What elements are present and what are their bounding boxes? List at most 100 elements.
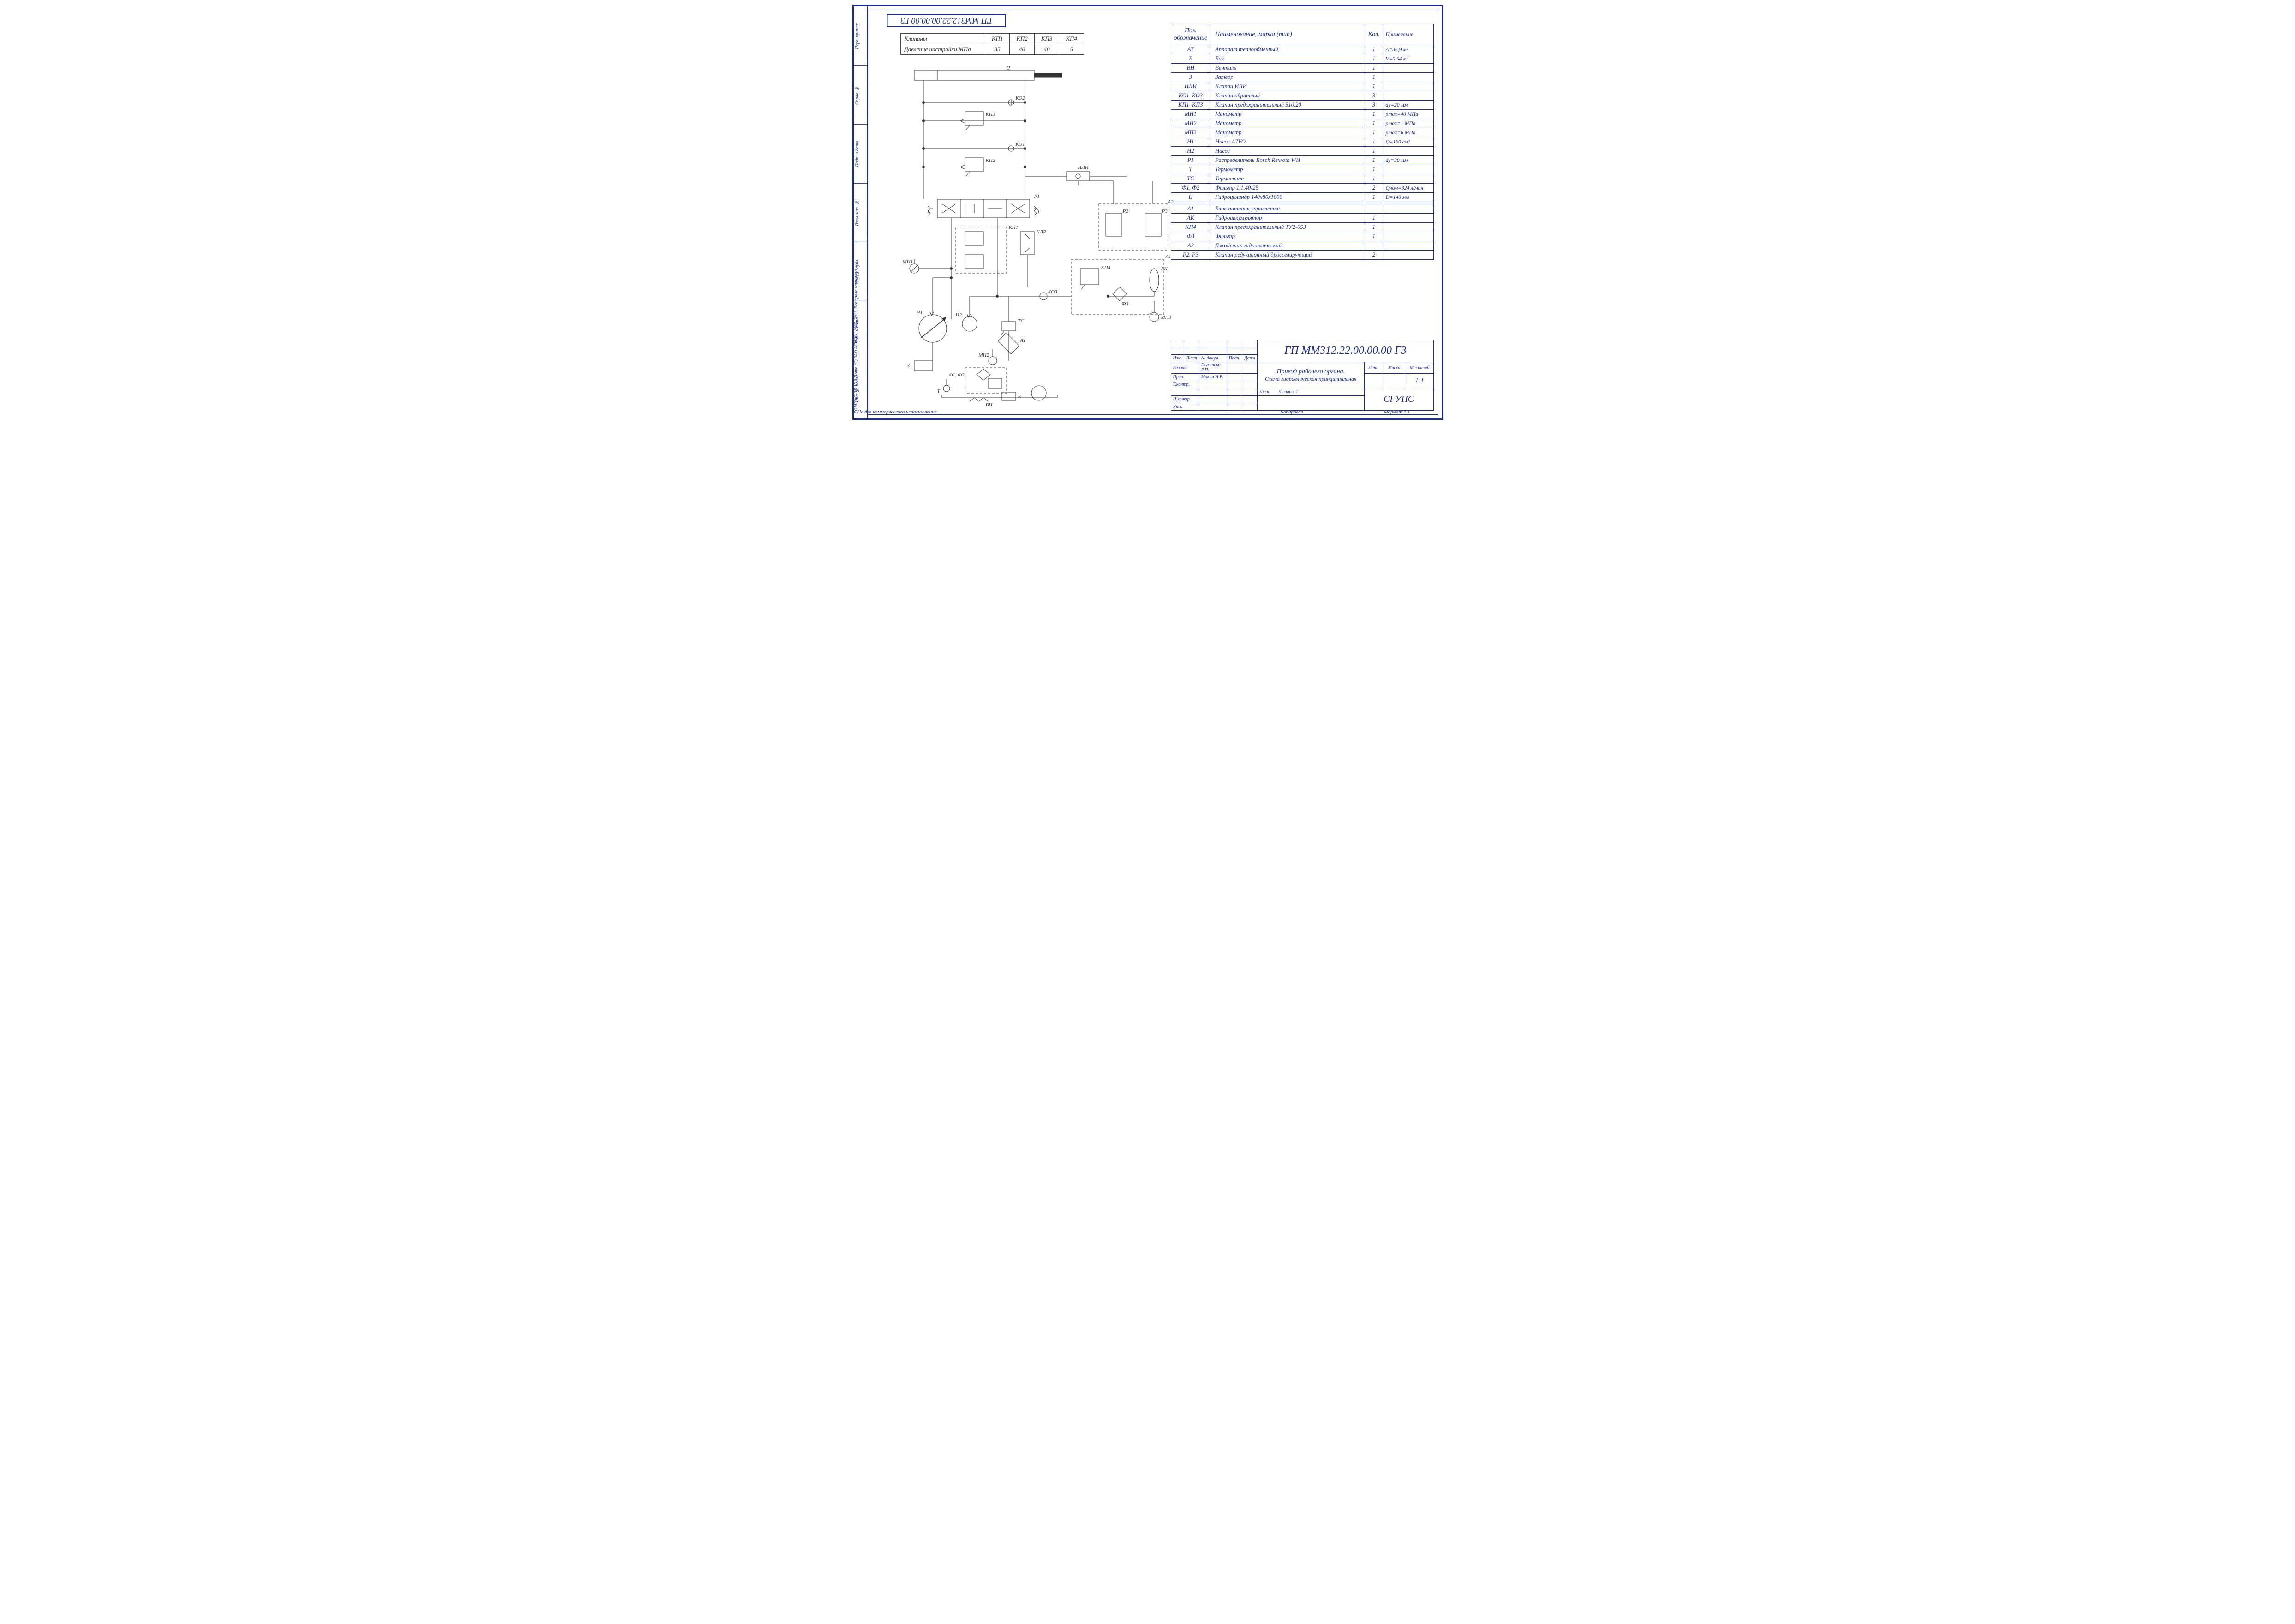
label-n1: Н1	[917, 310, 923, 316]
tb-mass-label: Масса	[1383, 362, 1406, 374]
bom-row: Ф3Фильтр1	[1171, 232, 1433, 241]
label-a2: А2	[1168, 199, 1174, 205]
label-f1f2: Ф1, Ф2	[949, 372, 965, 378]
label-b: Б	[1018, 394, 1021, 400]
tb-org: СГУПС	[1364, 388, 1433, 411]
label-mn1: МН1	[903, 259, 913, 265]
tb-sheet-label: Лист	[1259, 389, 1270, 394]
label-cyl: Ц	[1007, 66, 1010, 71]
label-mn2: МН2	[979, 352, 989, 358]
label-kp2: КП2	[986, 158, 995, 163]
footer-copy: Копировал	[1280, 409, 1303, 415]
bom-row: А1Блок питания управления:	[1171, 204, 1433, 214]
tb-scale: 1:1	[1406, 374, 1433, 388]
tb-prov: Пров.	[1171, 374, 1199, 381]
valve-v-kp2: 40	[1010, 44, 1035, 55]
label-kp3: КП3	[986, 112, 995, 117]
label-at: АТ	[1020, 338, 1026, 343]
label-kp1: КП1	[1009, 225, 1019, 230]
bom-row: ТТермометр1	[1171, 165, 1433, 174]
bom-row: А2Джойстик гидравлический:	[1171, 241, 1433, 251]
label-p3: Р3	[1162, 209, 1168, 214]
label-ko1: КО1	[1016, 142, 1025, 147]
title-doc-number: ГП ММ312.22.00.00.00 Г3	[1258, 340, 1433, 362]
tb-sheets: 1	[1296, 389, 1298, 394]
sidebar-sprav-no: Справ. №	[854, 65, 867, 124]
bom-h-qty: Кол.	[1365, 24, 1383, 45]
bom-row: Ф1, Ф2Фильтр 1.1.40-252Qном=324 л/мин	[1171, 184, 1433, 193]
label-f3: Ф3	[1122, 301, 1128, 306]
tb-data: Дата	[1242, 355, 1258, 362]
label-ko2: КО2	[1016, 96, 1025, 101]
bom-row: Н2Насос1	[1171, 147, 1433, 156]
bom-row: АТАппарат теплообменный1A=36,9 м²	[1171, 45, 1433, 54]
bom-row: МН3Манометр1pmax=6 МПа	[1171, 128, 1433, 137]
valve-h-kp1: КП1	[985, 34, 1010, 44]
bom-row: МН1Манометр1pmax=40 МПа	[1171, 110, 1433, 119]
tb-prov-name: Мокин Н.В.	[1199, 374, 1227, 381]
label-klr: КЛР	[1037, 229, 1046, 235]
tb-ndoc: № докум.	[1199, 355, 1227, 362]
label-p1: Р1	[1034, 194, 1040, 199]
label-tc: ТС	[1018, 318, 1024, 324]
valve-h-kp4: КП4	[1059, 34, 1084, 44]
label-kp4: КП4	[1101, 265, 1111, 270]
bom-row: КП4Клапан предохранительный ТУ2-0531	[1171, 223, 1433, 232]
label-mn3: МН3	[1161, 315, 1172, 320]
sidebar-vzam-inv: Взам. инв. №	[854, 183, 867, 242]
drawing-frame: Перв. примен. Справ. № Подп. и дата Взам…	[852, 5, 1443, 420]
tb-title2: Схема гидравлическая принципиальная	[1259, 376, 1362, 382]
label-vn: ВН	[986, 402, 993, 408]
doc-number-top: ГП ММ312.22.00.00.00 Г3	[887, 14, 1006, 27]
tb-lit-label: Лит.	[1364, 362, 1383, 374]
bom-row: ЗЗатвор1	[1171, 73, 1433, 82]
tb-scale-label: Масштаб	[1406, 362, 1433, 374]
valve-param-label: Давление настройки,МПа	[900, 44, 985, 55]
software-watermark: КОМПАС-3D V13 Home (С) ЗАО АСКОН, 1989–2…	[854, 266, 859, 414]
bom-row: ЦГидроцилиндр 140х80х18001D=140 мм	[1171, 193, 1433, 202]
tb-razrab: Разраб.	[1171, 362, 1199, 374]
label-n2: Н2	[956, 312, 962, 318]
valve-v-kp3: 40	[1034, 44, 1059, 55]
bom-row: Р1Распределитель Bosch Rexroth WH1dу=30 …	[1171, 156, 1433, 165]
bom-row: КО1–КО3Клапан обратный3	[1171, 91, 1433, 101]
tb-utv: Утв.	[1171, 403, 1199, 411]
valve-settings-table: Клапаны КП1 КП2 КП3 КП4 Давление настрой…	[900, 33, 1084, 55]
label-z: З	[907, 363, 910, 369]
inner-frame: ГП ММ312.22.00.00.00 Г3 Клапаны КП1 КП2 …	[868, 10, 1438, 415]
bom-row: Н1Насос A7VO1Q=160 см³	[1171, 137, 1433, 147]
bom-row: ВНВентиль1	[1171, 64, 1433, 73]
footer-format: Формат A3	[1384, 409, 1409, 415]
valve-h-kp2: КП2	[1010, 34, 1035, 44]
bom-row: Р2, Р3Клапан редукционный дросселирующий…	[1171, 251, 1433, 260]
valve-h-kp3: КП3	[1034, 34, 1059, 44]
tb-nkontr: Н.контр.	[1171, 396, 1199, 403]
valve-row-label: Клапаны	[900, 34, 985, 44]
sidebar-perv-primen: Перв. примен.	[854, 6, 867, 65]
bom-row: МН2Манометр1pmax=1 МПа	[1171, 119, 1433, 128]
title-block: ГП ММ312.22.00.00.00 Г3 Изм. Лист № доку…	[1171, 340, 1434, 411]
bom-row: ББак1V=0,54 м³	[1171, 54, 1433, 64]
sidebar-podp-data-1: Подп. и дата	[854, 124, 867, 183]
bom-h-name: Наименование, марка (тип)	[1210, 24, 1365, 45]
tb-title1: Привод рабочего органа.	[1259, 368, 1362, 376]
bom-h-pos: Поз. обозначение	[1171, 24, 1210, 45]
tb-podp: Подп.	[1227, 355, 1242, 362]
tb-razrab-name: Глуханько Р.П.	[1199, 362, 1227, 374]
hydraulic-schematic: Ц КО2 КП3 КО1 КП2 ИЛИ Р1 КП1 КЛР А2 Р2 Р…	[896, 66, 1173, 407]
schematic-svg	[896, 66, 1173, 407]
bom-row: КП1–КП3Клапан предохранительный 510.203d…	[1171, 101, 1433, 110]
tb-list: Лист	[1184, 355, 1199, 362]
footer-noncommercial: Не для коммерческого использования	[857, 409, 937, 415]
tb-izm: Изм.	[1171, 355, 1184, 362]
bom-table: Поз. обозначение Наименование, марка (ти…	[1171, 24, 1434, 260]
tb-sheets-label: Листов	[1278, 389, 1294, 394]
label-t: Т	[937, 388, 940, 394]
valve-v-kp4: 5	[1059, 44, 1084, 55]
label-ko3: КО3	[1048, 289, 1057, 295]
label-ak: АК	[1161, 266, 1168, 272]
bom-h-note: Примечание	[1383, 24, 1433, 45]
label-p2: Р2	[1123, 209, 1128, 214]
label-a1: А1	[1166, 254, 1171, 259]
tb-tkontr: Т.контр.	[1171, 381, 1199, 388]
